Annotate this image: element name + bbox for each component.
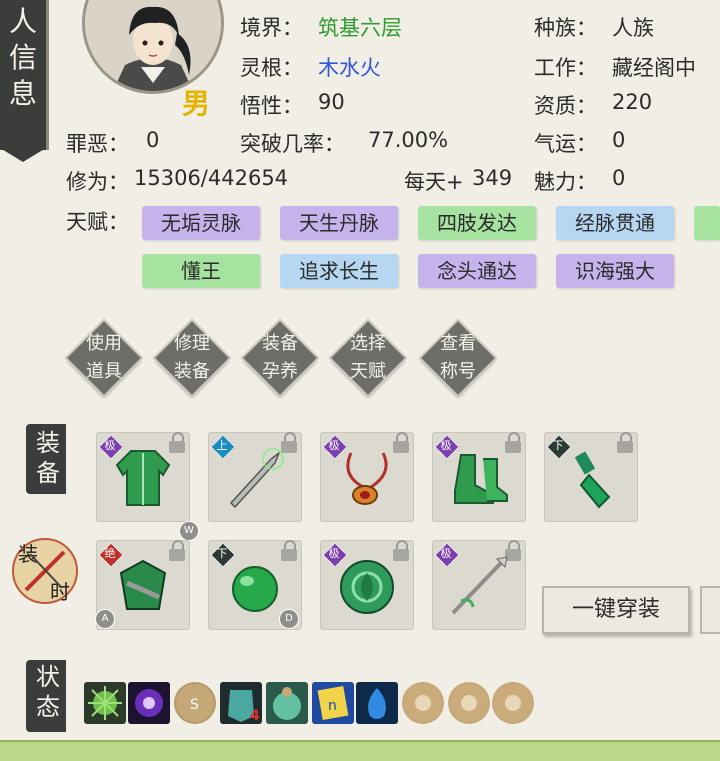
scroll-icon[interactable]: n xyxy=(312,682,354,724)
robe-icon xyxy=(115,450,171,506)
repair-equipment-button[interactable]: 修理 装备 xyxy=(154,320,230,396)
avatar xyxy=(82,0,224,94)
taiji-icon-1[interactable] xyxy=(402,682,444,724)
poison-plant-icon[interactable] xyxy=(84,682,126,724)
charm-value: 0 xyxy=(612,166,626,190)
job-label: 工作： xyxy=(534,56,597,80)
water-spirit-icon[interactable] xyxy=(356,682,398,724)
equipment-slot-armor[interactable]: 绝 A xyxy=(95,540,190,630)
boots-icon xyxy=(454,454,508,504)
talent-chip-partial[interactable] xyxy=(694,206,720,240)
amulet-icon xyxy=(346,452,388,505)
cultivation-value: 15306/442654 xyxy=(134,166,289,190)
charm-label: 魅力： xyxy=(534,170,597,194)
taiji-icon-3[interactable] xyxy=(492,682,534,724)
choose-talent-label-2: 天赋 xyxy=(350,361,386,382)
nurture-equipment-button[interactable]: 装备 孕养 xyxy=(242,320,318,396)
realm-value: 筑基六层 xyxy=(318,16,402,40)
sin-value: 0 xyxy=(146,128,160,152)
realm-label: 境界： xyxy=(240,16,303,40)
sin-label: 罪恶： xyxy=(66,132,129,156)
status-section-label: 状态 xyxy=(26,660,66,732)
cultivation-label: 修为： xyxy=(66,170,129,194)
equipment-slot-orb[interactable]: 下 D xyxy=(208,540,302,630)
race-label: 种族： xyxy=(534,16,597,40)
svg-text:4: 4 xyxy=(250,708,260,724)
hotkey-d: D xyxy=(279,609,299,629)
equipment-slot-brush[interactable]: 下 xyxy=(544,432,638,522)
comprehension-value: 90 xyxy=(318,90,345,114)
character-info-tab-label: 人信息 xyxy=(8,5,37,110)
talent-chip[interactable]: 无垢灵脉 xyxy=(142,206,260,240)
jade-disc-icon xyxy=(340,560,394,614)
talent-chip[interactable]: 天生丹脉 xyxy=(280,206,398,240)
equipment-slot-amulet[interactable]: 极 xyxy=(320,432,414,522)
repair-label-2: 装备 xyxy=(174,361,210,382)
talent-chip[interactable]: 四肢发达 xyxy=(418,206,536,240)
view-titles-label-2: 称号 xyxy=(440,361,476,382)
orb-icon xyxy=(232,566,278,612)
use-item-label-1: 使用 xyxy=(86,333,122,354)
talents-label: 天赋： xyxy=(66,210,129,234)
equipment-slot-robe[interactable]: 极 W xyxy=(96,432,199,541)
taiji-icon-2[interactable] xyxy=(448,682,490,724)
luck-label: 气运： xyxy=(534,132,597,156)
hotkey-a: A xyxy=(95,609,115,629)
equipment-slot-sword[interactable]: 上 xyxy=(208,432,302,522)
spirit-orb-icon[interactable] xyxy=(266,682,308,724)
job-value: 藏经阁中 xyxy=(612,56,696,80)
armor-icon xyxy=(119,559,167,610)
talent-chip[interactable]: 念头通达 xyxy=(418,254,536,288)
character-info-tab[interactable]: 人信息 xyxy=(0,0,49,162)
nurture-label-2: 孕养 xyxy=(262,361,298,382)
void-vortex-icon[interactable] xyxy=(128,682,170,724)
choose-talent-button[interactable]: 选择 天赋 xyxy=(330,320,406,396)
talent-chip[interactable]: 识海强大 xyxy=(556,254,674,288)
talent-chip[interactable]: 懂王 xyxy=(142,254,260,288)
spear-icon xyxy=(451,556,508,615)
aptitude-value: 220 xyxy=(612,90,653,114)
equipment-section-label: 装备 xyxy=(26,424,66,494)
swap-time-emblem[interactable]: 装 时 xyxy=(12,538,78,604)
comprehension-label: 悟性： xyxy=(240,94,303,118)
secondary-button-partial[interactable] xyxy=(700,586,720,634)
equipment-slot-spear[interactable]: 极 xyxy=(432,540,526,630)
daily-gain-label: 每天+ xyxy=(404,170,464,194)
choose-talent-label-1: 选择 xyxy=(350,333,386,354)
armor-buff-icon[interactable]: 4 xyxy=(220,682,262,724)
spirit-root-value: 木水火 xyxy=(318,56,381,80)
svg-text:n: n xyxy=(328,698,337,714)
gender-label: 男 xyxy=(182,87,211,120)
talent-chip[interactable]: 经脉贯通 xyxy=(556,206,674,240)
spirit-root-label: 灵根： xyxy=(240,56,303,80)
brush-icon xyxy=(574,451,611,509)
use-item-label-2: 道具 xyxy=(86,361,122,382)
use-item-button[interactable]: 使用 道具 xyxy=(66,320,142,396)
svg-text:S: S xyxy=(190,697,199,713)
sword-icon xyxy=(229,448,284,509)
race-value: 人族 xyxy=(612,16,654,40)
taiji-s-icon[interactable]: S xyxy=(174,682,216,724)
talent-chip[interactable]: 追求长生 xyxy=(280,254,398,288)
bottom-bar xyxy=(0,740,720,761)
equip-all-button[interactable]: 一键穿装 xyxy=(542,586,690,634)
luck-value: 0 xyxy=(612,128,626,152)
aptitude-label: 资质： xyxy=(534,94,597,118)
equipment-slot-jade-disc[interactable]: 极 xyxy=(320,540,414,630)
breakthrough-value: 77.00% xyxy=(368,128,449,152)
daily-gain-value: 349 xyxy=(472,166,513,190)
view-titles-button[interactable]: 查看 称号 xyxy=(420,320,496,396)
hotkey-w: W xyxy=(179,521,199,541)
view-titles-label-1: 查看 xyxy=(440,333,476,354)
repair-label-1: 修理 xyxy=(174,333,210,354)
nurture-label-1: 装备 xyxy=(262,333,298,354)
breakthrough-label: 突破几率： xyxy=(240,132,345,156)
equipment-slot-boots[interactable]: 极 xyxy=(432,432,526,522)
